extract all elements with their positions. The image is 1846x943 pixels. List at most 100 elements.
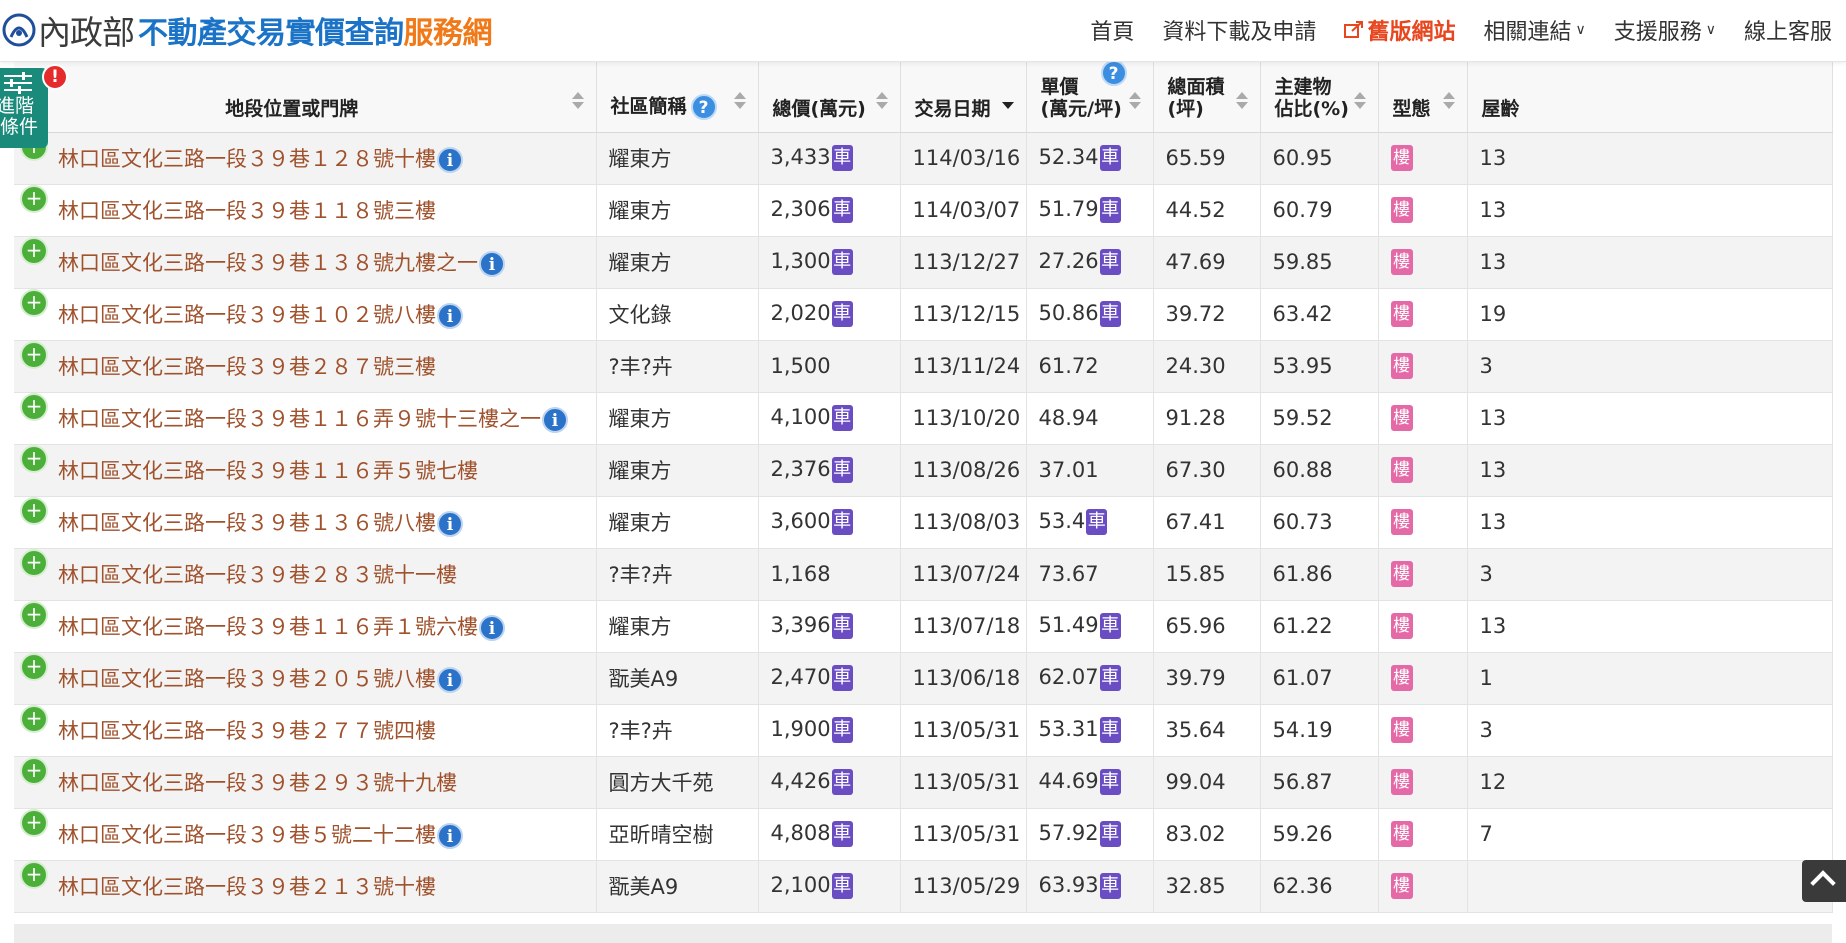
table-row[interactable]: +林口區文化三路一段３９巷２１３號十樓 翫美A9 2,100 車 113/05/29 63…: [14, 860, 1833, 913]
expand-plus-icon[interactable]: +: [22, 759, 46, 783]
address-link[interactable]: 林口區文化三路一段３９巷２１３號十樓: [58, 875, 436, 899]
address-cell[interactable]: + 林口區文化三路一段３９巷２９３號十九樓: [14, 756, 597, 809]
main-building-ratio-cell-value: 62.36: [1272, 874, 1333, 898]
expand-plus-icon[interactable]: +: [22, 447, 46, 471]
info-icon[interactable]: i: [479, 251, 505, 277]
expand-plus-icon[interactable]: +: [22, 863, 46, 887]
column-header-7[interactable]: 型態: [1378, 62, 1468, 133]
unit-price-cell: 51.79 車: [1026, 184, 1154, 237]
sort-icon[interactable]: [875, 92, 888, 110]
table-row[interactable]: + 林口區文化三路一段３９巷１１６弄５號七樓 耀東方 2,376 車 113/08/26 3…: [14, 444, 1833, 497]
info-icon[interactable]: i: [437, 147, 463, 173]
nav-item-3[interactable]: 相關連結 ∨: [1469, 14, 1599, 46]
expand-plus-icon[interactable]: +: [22, 187, 46, 211]
address-cell[interactable]: + 林口區文化三路一段３９巷２７７號四樓: [14, 704, 597, 757]
address-cell[interactable]: +林口區文化三路一段３９巷１２８號十樓i: [14, 132, 597, 185]
column-header-0[interactable]: 地段位置或門牌: [14, 62, 597, 133]
address-cell[interactable]: + 林口區文化三路一段３９巷５號二十二樓 i: [14, 808, 597, 861]
site-brand[interactable]: 內政部 不動產交易實價查詢 服務網: [0, 8, 492, 52]
sort-icon[interactable]: [571, 92, 584, 110]
nav-item-0[interactable]: 首頁: [1076, 14, 1148, 46]
community-cell: ?丰?卉: [596, 340, 759, 393]
address-link[interactable]: 林口區文化三路一段３９巷２８３號十一樓: [58, 563, 457, 587]
address-cell[interactable]: + 林口區文化三路一段３９巷１１６弄９號十三樓之一 i: [14, 392, 597, 445]
table-row[interactable]: +林口區文化三路一段３９巷２７７號四樓 ?丰?卉 1,900 車 113/05/31 53…: [14, 704, 1833, 757]
info-icon[interactable]: i: [437, 303, 463, 329]
table-row[interactable]: +林口區文化三路一段３９巷１３８號九樓之一 i 耀東方 1,300 車 113/12/27…: [14, 236, 1833, 289]
expand-plus-icon[interactable]: +: [22, 343, 46, 367]
nav-item-1[interactable]: 資料下載及申請: [1148, 14, 1330, 46]
address-link[interactable]: 林口區文化三路一段３９巷１１８號三樓: [58, 199, 436, 223]
address-link[interactable]: 林口區文化三路一段３９巷５號二十二樓: [58, 823, 436, 847]
address-link[interactable]: 林口區文化三路一段３９巷１１６弄５號七樓: [58, 459, 478, 483]
sort-icon[interactable]: [1235, 92, 1248, 110]
address-cell[interactable]: + 林口區文化三路一段３９巷１１６弄１號六樓 i: [14, 600, 597, 653]
back-to-top-button[interactable]: [1802, 860, 1846, 902]
address-link[interactable]: 林口區文化三路一段３９巷１３６號八樓: [58, 511, 436, 535]
table-row[interactable]: +林口區文化三路一段３９巷１０２號八樓 i 文化錄 2,020 車 113/12/15 50…: [14, 288, 1833, 341]
column-header-1[interactable]: 社區簡稱?: [596, 62, 759, 133]
info-icon[interactable]: i: [437, 823, 463, 849]
column-header-8[interactable]: 屋齡: [1467, 62, 1833, 133]
advanced-filter-tab[interactable]: 進階條件: [0, 68, 48, 148]
nav-item-label: 資料下載及申請: [1162, 20, 1317, 45]
table-row[interactable]: + 林口區文化三路一段３９巷２８７號三樓 ?丰?卉 1,500 113/11/24 61.…: [14, 340, 1833, 393]
expand-plus-icon[interactable]: +: [22, 395, 46, 419]
expand-plus-icon[interactable]: +: [22, 655, 46, 679]
info-icon[interactable]: i: [437, 511, 463, 537]
address-link[interactable]: 林口區文化三路一段３９巷２０５號八樓: [58, 667, 436, 691]
address-cell[interactable]: + 林口區文化三路一段３９巷１３８號九樓之一 i: [14, 236, 597, 289]
address-link[interactable]: 林口區文化三路一段３９巷２７７號四樓: [58, 719, 436, 743]
column-header-3[interactable]: 交易日期: [900, 62, 1027, 133]
sort-icon[interactable]: [733, 92, 746, 110]
sort-icon[interactable]: [1442, 92, 1455, 110]
expand-plus-icon[interactable]: +: [22, 811, 46, 835]
column-header-4[interactable]: 單價 (萬元/坪)?: [1026, 60, 1154, 133]
address-cell[interactable]: + 林口區文化三路一段３９巷２０５號八樓 i: [14, 652, 597, 705]
help-icon[interactable]: ?: [690, 93, 717, 120]
address-link[interactable]: 林口區文化三路一段３９巷２９３號十九樓: [58, 771, 457, 795]
help-icon[interactable]: ?: [1100, 60, 1127, 86]
sort-icon[interactable]: [1353, 92, 1366, 110]
address-link[interactable]: 林口區文化三路一段３９巷２８７號三樓: [58, 355, 436, 379]
info-icon[interactable]: i: [542, 407, 568, 433]
address-cell[interactable]: + 林口區文化三路一段３９巷２８３號十一樓: [14, 548, 597, 601]
table-row[interactable]: + 林口區文化三路一段３９巷１１６弄９號十三樓之一 i 耀東方 4,100 車 113/10…: [14, 392, 1833, 445]
address-cell[interactable]: + 林口區文化三路一段３９巷１３６號八樓 i: [14, 496, 597, 549]
address-link[interactable]: 林口區文化三路一段３９巷１１６弄９號十三樓之一: [58, 407, 541, 431]
table-row[interactable]: + 林口區文化三路一段３９巷２８３號十一樓 ?丰?卉 1,168 113/07/24 73…: [14, 548, 1833, 601]
table-row[interactable]: +林口區文化三路一段３９巷１２８號十樓i耀東方3,433車114/03/1652…: [14, 132, 1833, 185]
table-row[interactable]: +林口區文化三路一段３９巷１１８號三樓 耀東方 2,306 車 114/03/07 51.…: [14, 184, 1833, 237]
nav-item-5[interactable]: 線上客服: [1730, 14, 1846, 46]
sort-icon[interactable]: [1128, 92, 1141, 110]
info-icon[interactable]: i: [437, 667, 463, 693]
address-link[interactable]: 林口區文化三路一段３９巷１０２號八樓: [58, 303, 436, 327]
address-cell[interactable]: + 林口區文化三路一段３９巷１１８號三樓: [14, 184, 597, 237]
sort-icon[interactable]: [1001, 92, 1014, 110]
table-row[interactable]: +林口區文化三路一段３９巷５號二十二樓 i 亞昕晴空樹 4,808 車 113/05/31…: [14, 808, 1833, 861]
info-icon[interactable]: i: [479, 615, 505, 641]
column-header-5[interactable]: 總面積 (坪): [1153, 62, 1261, 133]
nav-item-2[interactable]: 舊版網站: [1330, 14, 1469, 46]
column-header-2[interactable]: 總價(萬元): [758, 62, 901, 133]
address-link[interactable]: 林口區文化三路一段３９巷１１６弄１號六樓: [58, 615, 478, 639]
address-link[interactable]: 林口區文化三路一段３９巷１３８號九樓之一: [58, 251, 478, 275]
table-row[interactable]: +林口區文化三路一段３９巷２９３號十九樓 圓方大千苑 4,426 車 113/05/31…: [14, 756, 1833, 809]
table-row[interactable]: +林口區文化三路一段３９巷１１６弄１號六樓 i 耀東方 3,396 車 113/07/18…: [14, 600, 1833, 653]
expand-plus-icon[interactable]: +: [22, 551, 46, 575]
expand-plus-icon[interactable]: +: [22, 707, 46, 731]
address-cell[interactable]: + 林口區文化三路一段３９巷１１６弄５號七樓: [14, 444, 597, 497]
table-row[interactable]: +林口區文化三路一段３９巷１３６號八樓 i 耀東方 3,600 車 113/08/03 53…: [14, 496, 1833, 549]
address-cell[interactable]: + 林口區文化三路一段３９巷２８７號三樓: [14, 340, 597, 393]
address-cell[interactable]: + 林口區文化三路一段３９巷２１３號十樓: [14, 860, 597, 913]
address-cell[interactable]: + 林口區文化三路一段３９巷１０２號八樓 i: [14, 288, 597, 341]
expand-plus-icon[interactable]: +: [22, 291, 46, 315]
address-link[interactable]: 林口區文化三路一段３９巷１２８號十樓: [58, 147, 436, 171]
expand-plus-icon[interactable]: +: [22, 239, 46, 263]
table-footer-strip: [14, 924, 1832, 943]
column-header-6[interactable]: 主建物 佔比(%): [1260, 62, 1379, 133]
table-row[interactable]: +林口區文化三路一段３９巷２０５號八樓 i 翫美A9 2,470 車 113/06/18 6…: [14, 652, 1833, 705]
expand-plus-icon[interactable]: +: [22, 499, 46, 523]
expand-plus-icon[interactable]: +: [22, 603, 46, 627]
nav-item-4[interactable]: 支援服務 ∨: [1600, 14, 1730, 46]
